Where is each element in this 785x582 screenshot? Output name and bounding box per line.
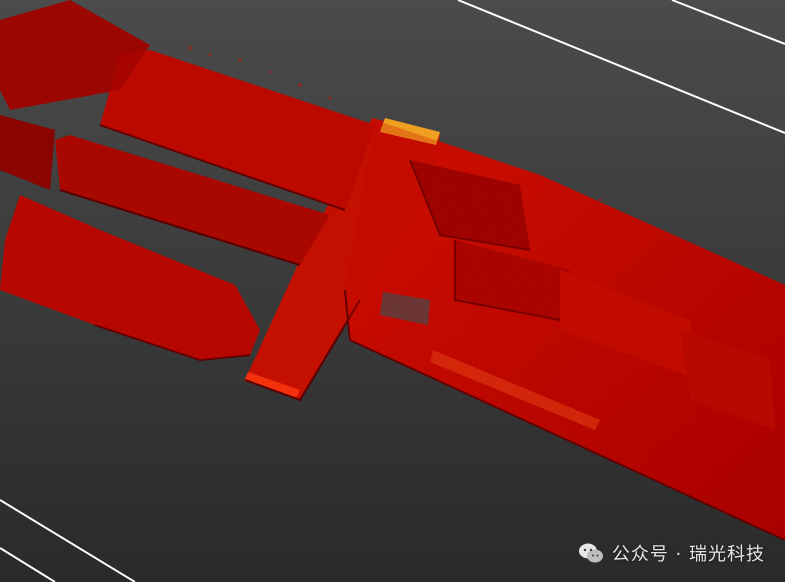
point-cloud-scene[interactable]	[0, 0, 785, 582]
wechat-icon	[578, 543, 603, 563]
watermark: 公众号 · 瑞光科技	[578, 540, 765, 566]
point-cloud-building	[0, 0, 785, 541]
watermark-text: 公众号 · 瑞光科技	[611, 544, 765, 565]
point-cloud-viewport[interactable]: 公众号 · 瑞光科技	[0, 0, 785, 582]
